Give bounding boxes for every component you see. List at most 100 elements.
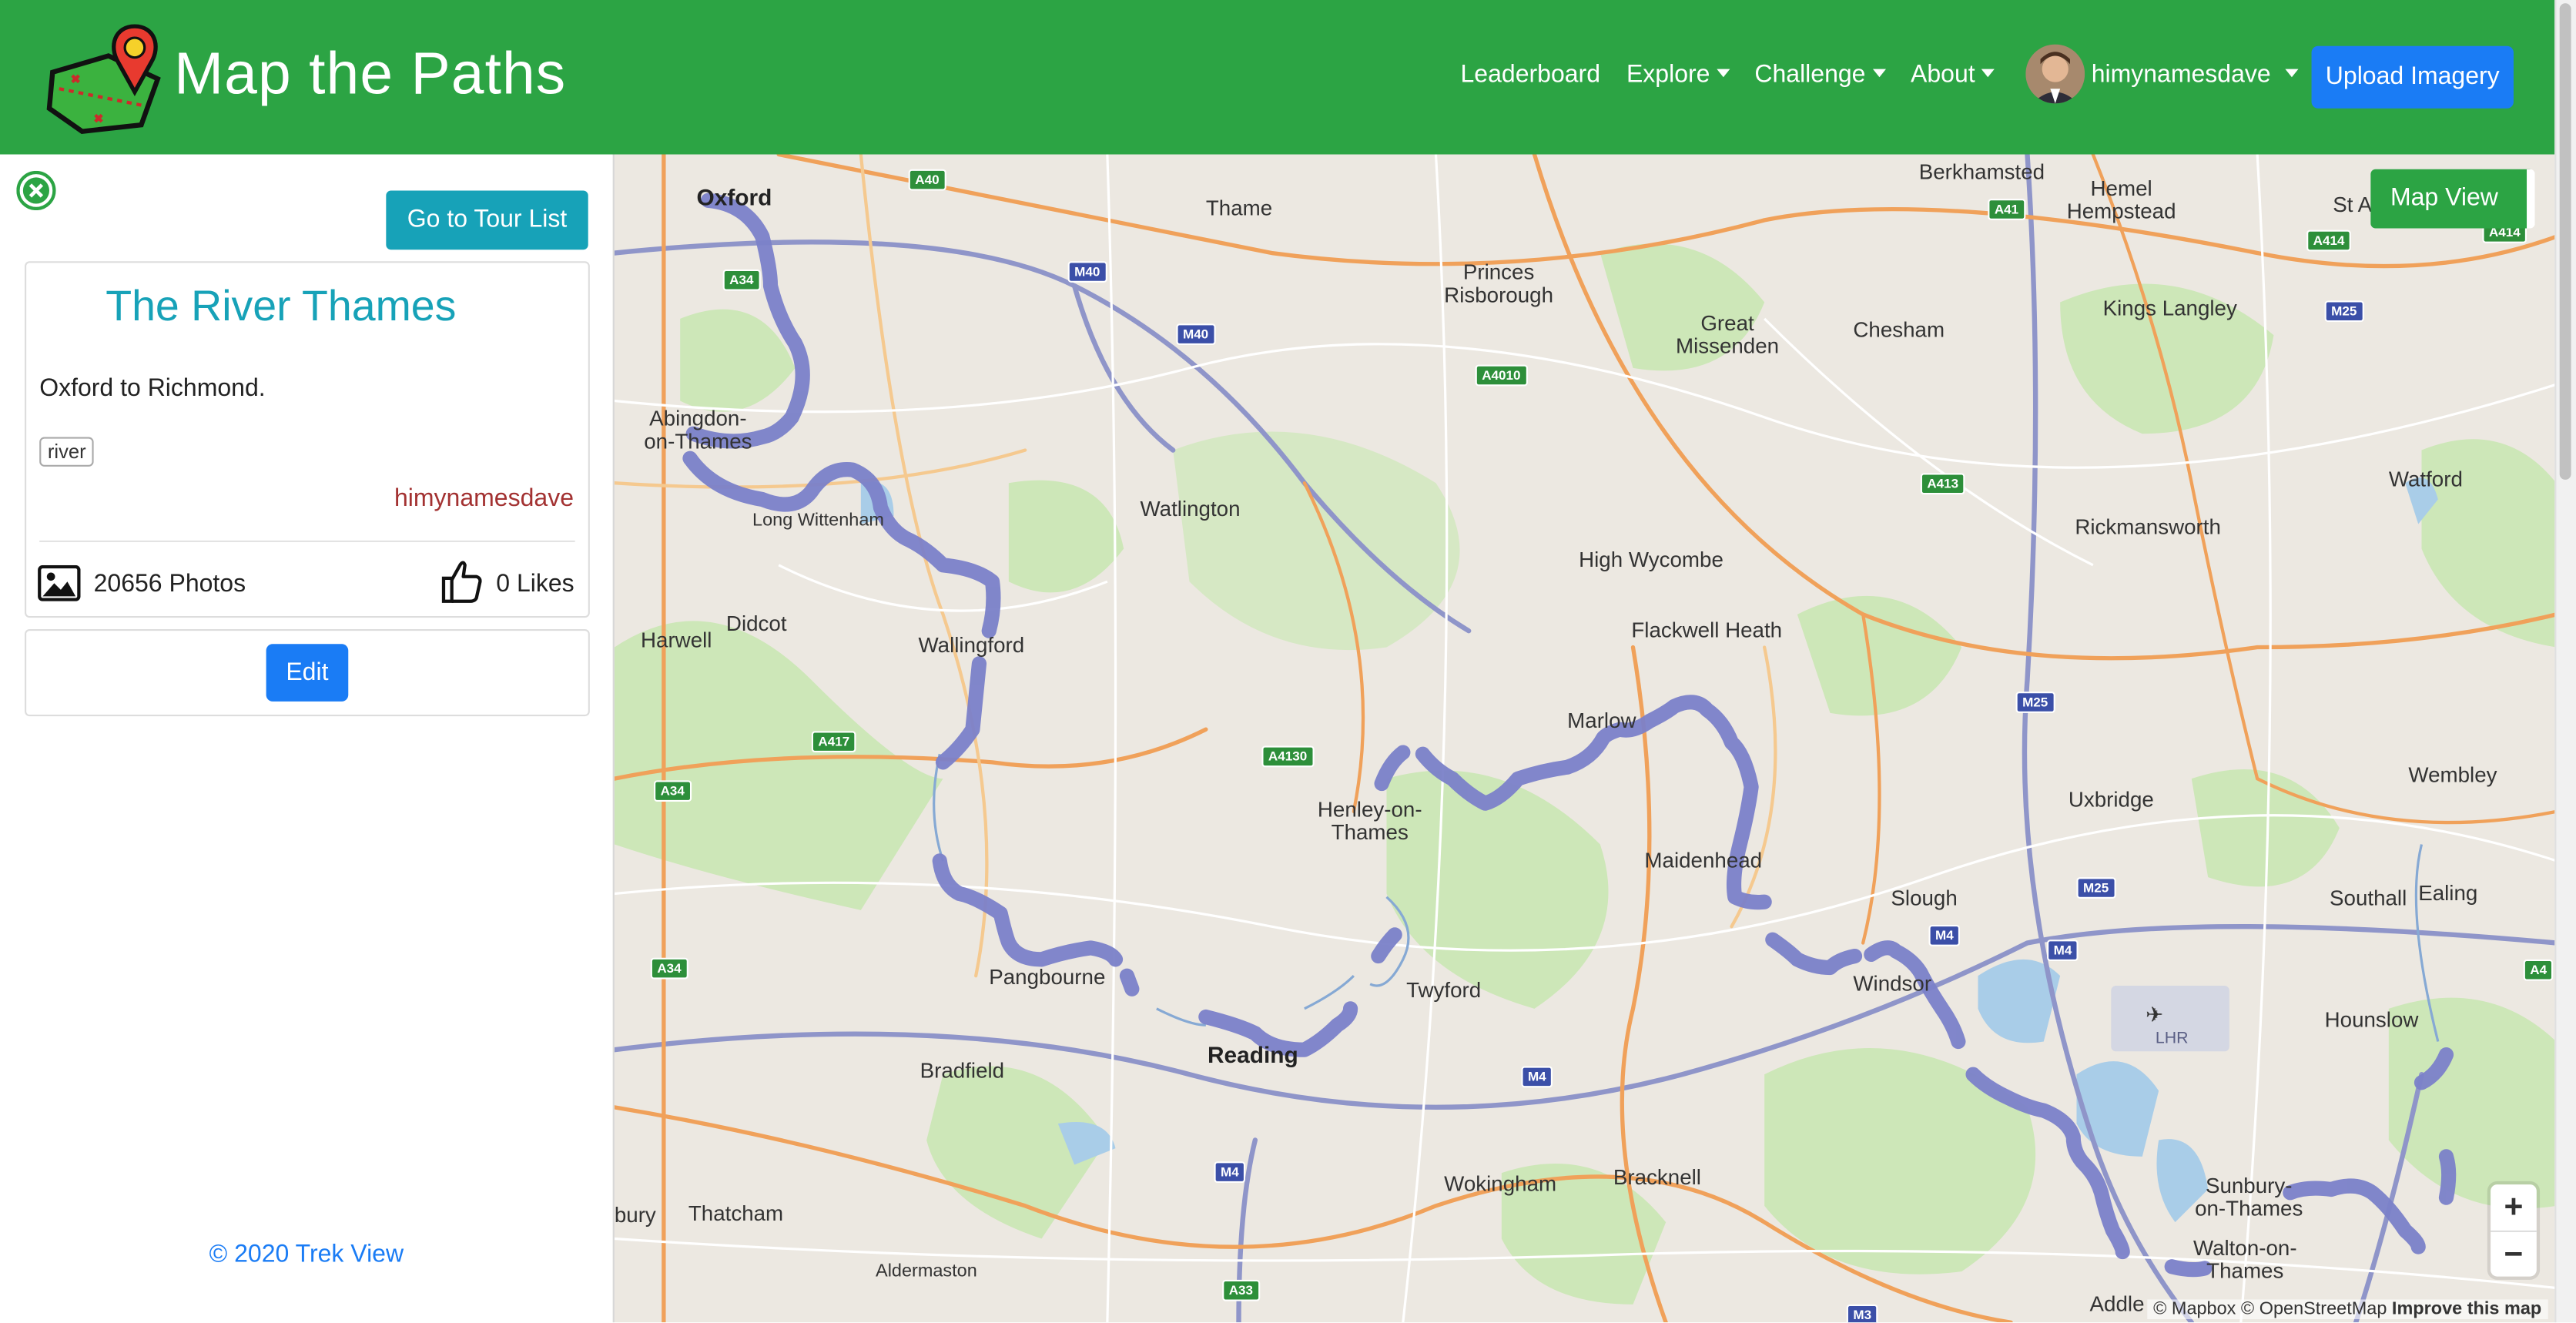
road-shield: M4 <box>2047 939 2079 961</box>
road-shield: A4130 <box>1261 745 1314 768</box>
road-shield: A417 <box>811 731 856 753</box>
road-shield: A413 <box>1920 473 1965 495</box>
nav-explore[interactable]: Explore <box>1626 61 1730 89</box>
place-label: LHR <box>2155 1030 2189 1049</box>
user-menu-label: himynamesdave <box>2091 60 2271 89</box>
close-icon[interactable] <box>16 170 56 211</box>
road-shield: M25 <box>2324 300 2363 323</box>
place-label: Ealing <box>2418 880 2478 906</box>
attribution-text[interactable]: © Mapbox © OpenStreetMap <box>2153 1299 2387 1319</box>
nav-about-label: About <box>1911 60 1975 89</box>
place-label: Great Missenden <box>1675 310 1780 359</box>
top-navbar: Map the Paths Leaderboard Explore Challe… <box>0 0 2555 155</box>
nav-explore-label: Explore <box>1626 60 1710 89</box>
road-shield: A4 <box>2523 959 2554 981</box>
improve-map-link[interactable]: Improve this map <box>2392 1299 2541 1319</box>
upload-imagery-button[interactable]: Upload Imagery <box>2311 45 2514 109</box>
place-label: Princes Risborough <box>1444 260 1554 307</box>
map-canvas[interactable]: ✈ Oxford Abingdon- on-Thames Long Witten… <box>612 154 2557 1323</box>
road-shield: M25 <box>2076 877 2115 899</box>
place-label: Rickmansworth <box>2075 514 2221 539</box>
place-label: Berkhamsted <box>1918 159 2045 184</box>
footer-copyright-link[interactable]: © 2020 Trek View <box>0 1241 613 1268</box>
place-label: Flackwell Heath <box>1631 618 1783 643</box>
place-label: Long Wittenham <box>752 511 884 531</box>
place-label: Chesham <box>1853 317 1945 342</box>
place-label: Hounslow <box>2324 1006 2419 1032</box>
image-icon <box>38 564 81 601</box>
place-label: Watford <box>2388 466 2463 491</box>
divider <box>39 540 575 542</box>
place-label: Kings Langley <box>2102 295 2237 320</box>
user-menu[interactable]: himynamesdave <box>2092 61 2299 89</box>
road-shield: A40 <box>908 169 946 191</box>
road-shield: M4 <box>1521 1066 1553 1088</box>
place-label: Twyford <box>1406 977 1482 1003</box>
zoom-control: + − <box>2491 1184 2537 1278</box>
place-label: Thatcham <box>688 1201 784 1226</box>
road-shield: A33 <box>1222 1279 1260 1301</box>
road-shield: M40 <box>1067 261 1107 283</box>
place-label: St A <box>2333 192 2373 217</box>
brand-title[interactable]: Map the Paths <box>174 39 566 109</box>
place-label: Reading <box>1207 1041 1298 1068</box>
caret-down-icon <box>1981 68 1995 77</box>
place-label: Maidenhead <box>1644 847 1763 873</box>
thumbs-up-icon[interactable] <box>440 558 483 605</box>
place-label: Southall <box>2330 885 2407 910</box>
place-label: Harwell <box>640 627 712 652</box>
road-shield: A34 <box>654 780 692 802</box>
place-label: Watlington <box>1140 496 1241 521</box>
place-label: Marlow <box>1567 708 1636 733</box>
place-label: bury <box>614 1202 656 1228</box>
tour-title: The River Thames <box>106 280 457 330</box>
road-shield: M25 <box>2015 692 2055 713</box>
nav-challenge-label: Challenge <box>1754 60 1866 89</box>
place-label: Sunbury- on-Thames <box>2195 1173 2303 1221</box>
user-avatar[interactable] <box>2025 44 2085 104</box>
place-label: High Wycombe <box>1579 547 1723 572</box>
edit-button[interactable]: Edit <box>266 644 349 702</box>
place-label: Pangbourne <box>989 964 1106 990</box>
go-to-tour-list-button[interactable]: Go to Tour List <box>386 190 588 250</box>
place-label: Abingdon- on-Thames <box>644 405 752 454</box>
place-label: Oxford <box>696 183 772 211</box>
place-label: Thame <box>1205 195 1273 220</box>
nav-challenge[interactable]: Challenge <box>1754 60 1886 89</box>
place-label: Windsor <box>1853 970 1932 996</box>
like-count: 0 Likes <box>496 570 574 598</box>
map-attribution: © Mapbox © OpenStreetMap Improve this ma… <box>2146 1299 2548 1320</box>
map-pin-logo-icon[interactable] <box>42 23 167 138</box>
place-label: Uxbridge <box>2068 786 2154 812</box>
place-label: Addle <box>2089 1291 2145 1316</box>
caret-down-icon <box>2285 68 2299 77</box>
place-label: Walton-on- Thames <box>2192 1235 2297 1284</box>
tour-tag[interactable]: river <box>39 437 95 467</box>
place-label: Henley-on- Thames <box>1317 796 1422 845</box>
nav-leaderboard-label: Leaderboard <box>1460 60 1601 89</box>
scrollbar-thumb[interactable] <box>2559 3 2571 480</box>
place-label: Wokingham <box>1444 1171 1557 1197</box>
map-view-toggle[interactable]: Map View <box>2370 169 2535 229</box>
place-label: Hemel Hempstead <box>2066 176 2176 224</box>
zoom-out-button[interactable]: − <box>2491 1232 2537 1278</box>
caret-down-icon <box>1716 68 1730 77</box>
place-label: Aldermaston <box>876 1261 977 1281</box>
map-base-layer <box>614 154 2557 1323</box>
road-shield: A4010 <box>1475 364 1528 387</box>
nav-leaderboard[interactable]: Leaderboard <box>1461 61 1600 89</box>
place-label: Didcot <box>725 611 787 636</box>
place-label: Slough <box>1891 885 1958 910</box>
road-shield: A41 <box>1988 199 2025 220</box>
place-label: Bradfield <box>920 1057 1005 1083</box>
road-shield: M4 <box>1214 1161 1246 1183</box>
caret-down-icon <box>1872 68 1886 77</box>
road-shield: A34 <box>722 269 761 291</box>
tour-description: Oxford to Richmond. <box>39 374 266 403</box>
zoom-in-button[interactable]: + <box>2491 1184 2537 1232</box>
road-shield: M4 <box>1928 925 1961 946</box>
tour-author-link[interactable]: himynamesdave <box>394 484 574 512</box>
place-label: Wembley <box>2408 762 2497 787</box>
road-shield: M3 <box>1846 1304 1878 1323</box>
nav-about[interactable]: About <box>1911 61 1995 89</box>
